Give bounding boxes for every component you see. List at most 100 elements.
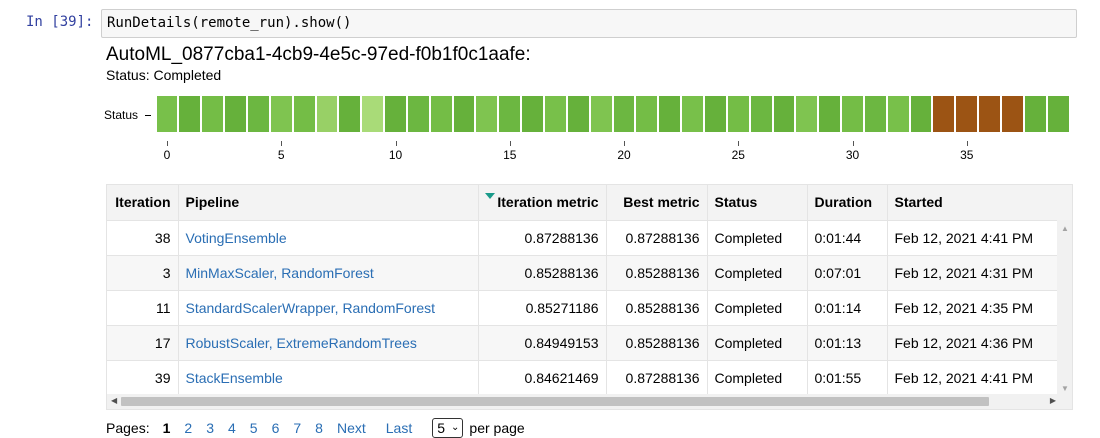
last-page-link[interactable]: Last [386, 418, 412, 438]
horizontal-scroll-thumb[interactable] [121, 397, 989, 406]
column-header-duration[interactable]: Duration [807, 185, 888, 221]
status-bar[interactable] [613, 96, 635, 132]
status-bar[interactable] [864, 96, 886, 132]
cell-iteration: 17 [107, 325, 179, 361]
status-bar[interactable] [727, 96, 749, 132]
cell-status: Completed [707, 290, 808, 326]
status-bar[interactable] [1002, 96, 1023, 132]
cell-best-metric: 0.85288136 [606, 290, 708, 326]
status-bar[interactable] [659, 96, 681, 132]
status-bar[interactable] [430, 96, 452, 132]
page-link[interactable]: 8 [315, 418, 323, 438]
status-bar[interactable] [225, 96, 246, 132]
status-bar[interactable] [910, 96, 932, 132]
code-cell-input[interactable]: RunDetails(remote_run).show() [101, 9, 1077, 38]
table-row[interactable]: 11 StandardScalerWrapper, RandomForest 0.8… [107, 290, 1058, 326]
page-link[interactable]: 1 [163, 418, 171, 438]
table-row[interactable]: 3 MinMaxScaler, RandomForest 0.85288136 0.8… [107, 255, 1058, 291]
page-link[interactable]: 7 [293, 418, 301, 438]
status-bar[interactable] [773, 96, 795, 132]
cell-best-metric: 0.85288136 [606, 255, 708, 291]
page-size-select[interactable]: 5 ⌄ [432, 418, 464, 438]
pipeline-link[interactable]: StackEnsemble [178, 360, 479, 396]
status-bar[interactable] [179, 96, 201, 132]
header-filler [1057, 185, 1072, 220]
cell-started: Feb 12, 2021 4:41 PM [887, 220, 1058, 256]
pipeline-link[interactable]: RobustScaler, ExtremeRandomTrees [178, 325, 479, 361]
status-bar[interactable] [933, 96, 955, 132]
status-bar[interactable] [499, 96, 521, 132]
table-row[interactable]: 39 StackEnsemble 0.84621469 0.87288136 Compl… [107, 360, 1058, 396]
chart-x-tick [738, 141, 740, 146]
page-link[interactable]: 5 [250, 418, 258, 438]
status-bar[interactable] [453, 96, 475, 132]
page-link[interactable]: 6 [272, 418, 280, 438]
page-link[interactable]: 4 [228, 418, 236, 438]
horizontal-scrollbar[interactable]: ◀ ▶ [107, 394, 1072, 409]
status-bar[interactable] [704, 96, 726, 132]
sort-desc-icon [484, 193, 495, 199]
status-bar[interactable] [156, 96, 178, 132]
chart-x-tick-label: 15 [503, 148, 517, 162]
status-bar[interactable] [522, 96, 544, 132]
status-bar[interactable] [956, 96, 978, 132]
column-header-pipeline[interactable]: Pipeline [178, 185, 479, 221]
pipeline-link[interactable]: MinMaxScaler, RandomForest [178, 255, 479, 291]
column-header-best-metric[interactable]: Best metric [606, 185, 708, 221]
status-bar[interactable] [385, 96, 406, 132]
column-header-iteration-metric[interactable]: Iteration metric [478, 185, 607, 221]
page-link[interactable]: 3 [206, 418, 214, 438]
cell-status: Completed [707, 220, 808, 256]
column-header-started[interactable]: Started [887, 185, 1058, 221]
status-bar[interactable] [796, 96, 818, 132]
chart-bars [155, 96, 1072, 132]
status-bar[interactable] [887, 96, 909, 132]
page-link[interactable]: 2 [184, 418, 192, 438]
status-bar[interactable] [682, 96, 703, 132]
status-bar[interactable] [567, 96, 589, 132]
table-row[interactable]: 17 RobustScaler, ExtremeRandomTrees 0.8494… [107, 325, 1058, 361]
status-bar[interactable] [476, 96, 498, 132]
scroll-right-icon[interactable]: ▶ [1050, 396, 1056, 405]
status-bar[interactable] [270, 96, 292, 132]
status-bar[interactable] [842, 96, 863, 132]
chart-y-label: Status [104, 108, 139, 122]
column-header-status[interactable]: Status [707, 185, 808, 221]
chart-x-tick [281, 141, 283, 146]
scroll-up-icon[interactable]: ▲ [1061, 224, 1069, 233]
cell-status: Completed [707, 255, 808, 291]
pipeline-link[interactable]: StandardScalerWrapper, RandomForest [178, 290, 479, 326]
cell-iteration: 11 [107, 290, 179, 326]
status-bar[interactable] [339, 96, 361, 132]
cell-started: Feb 12, 2021 4:41 PM [887, 360, 1058, 396]
status-bar[interactable] [545, 96, 566, 132]
vertical-scrollbar[interactable]: ▲ ▼ [1057, 220, 1072, 395]
status-bar[interactable] [979, 96, 1001, 132]
status-bar[interactable] [362, 96, 384, 132]
pages-label: Pages: [106, 420, 150, 436]
cell-started: Feb 12, 2021 4:36 PM [887, 325, 1058, 361]
runs-table-container: Iteration Pipeline Iteration metric Best… [106, 184, 1073, 410]
status-bar[interactable] [1024, 96, 1046, 132]
scroll-left-icon[interactable]: ◀ [111, 396, 117, 405]
scroll-down-icon[interactable]: ▼ [1061, 384, 1069, 393]
status-bar[interactable] [247, 96, 269, 132]
pagination: Pages: 12345678 Next Last 5 ⌄ per page [106, 418, 525, 438]
status-bar[interactable] [750, 96, 772, 132]
page-size-value: 5 [437, 420, 446, 436]
status-bar[interactable] [407, 96, 429, 132]
status-bar[interactable] [316, 96, 338, 132]
status-bar[interactable] [293, 96, 315, 132]
status-bar[interactable] [1047, 96, 1069, 132]
pipeline-link[interactable]: VotingEnsemble [178, 220, 479, 256]
column-header-iteration[interactable]: Iteration [107, 185, 179, 221]
status-bar[interactable] [819, 96, 841, 132]
table-row[interactable]: 38 VotingEnsemble 0.87288136 0.87288136 Comp… [107, 220, 1058, 256]
next-page-link[interactable]: Next [337, 418, 366, 438]
status-bar[interactable] [636, 96, 658, 132]
status-bar[interactable] [590, 96, 612, 132]
cell-iteration-metric: 0.84621469 [478, 360, 607, 396]
status-bar[interactable] [202, 96, 224, 132]
chart-x-tick-label: 30 [845, 148, 860, 162]
cell-started: Feb 12, 2021 4:31 PM [887, 255, 1058, 291]
